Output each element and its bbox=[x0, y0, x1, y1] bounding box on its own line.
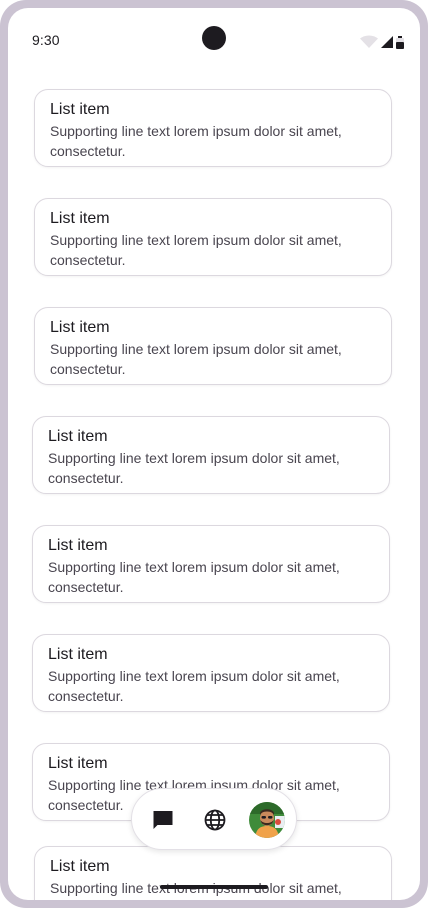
list-item-headline: List item bbox=[50, 858, 110, 875]
status-time: 9:30 bbox=[32, 32, 60, 48]
chat-icon bbox=[153, 811, 173, 829]
globe-button[interactable] bbox=[197, 802, 233, 838]
chat-button[interactable] bbox=[145, 802, 181, 838]
list-item-headline: List item bbox=[50, 210, 110, 227]
list-item-supporting-text: Supporting line text lorem ipsum dolor s… bbox=[48, 450, 340, 486]
battery-icon bbox=[396, 36, 404, 49]
list-item[interactable]: List item Supporting line text lorem ips… bbox=[34, 846, 392, 900]
list-item[interactable]: List item Supporting line text lorem ips… bbox=[34, 198, 392, 276]
list-item[interactable]: List item Supporting line text lorem ips… bbox=[34, 307, 392, 385]
list-item-headline: List item bbox=[50, 319, 110, 336]
list-item-supporting-text: Supporting line text lorem ipsum dolor s… bbox=[50, 123, 342, 159]
list-item[interactable]: List item Supporting line text lorem ips… bbox=[34, 89, 392, 167]
list-item-headline: List item bbox=[50, 101, 110, 118]
list-item-headline: List item bbox=[48, 537, 108, 554]
avatar-button[interactable] bbox=[249, 802, 285, 838]
gesture-handle[interactable] bbox=[160, 885, 268, 889]
list-item-supporting-text: Supporting line text lorem ipsum dolor s… bbox=[50, 232, 342, 268]
list-item-headline: List item bbox=[48, 755, 108, 772]
list-item[interactable]: List item Supporting line text lorem ips… bbox=[32, 634, 390, 712]
status-icons bbox=[360, 35, 404, 49]
globe-icon bbox=[204, 809, 226, 831]
avatar bbox=[249, 802, 285, 838]
wifi-icon bbox=[360, 35, 378, 48]
list-item-supporting-text: Supporting line text lorem ipsum dolor s… bbox=[50, 880, 342, 896]
list-item-headline: List item bbox=[48, 428, 108, 445]
list-item-supporting-text: Supporting line text lorem ipsum dolor s… bbox=[48, 668, 340, 704]
floating-toolbar bbox=[131, 788, 297, 850]
camera-cutout bbox=[202, 26, 226, 50]
list-item-headline: List item bbox=[48, 646, 108, 663]
cellular-signal-icon bbox=[381, 36, 393, 48]
list-item-supporting-text: Supporting line text lorem ipsum dolor s… bbox=[50, 341, 342, 377]
device-frame: 9:30 List item Supporting line text lore… bbox=[0, 0, 428, 908]
list-item[interactable]: List item Supporting line text lorem ips… bbox=[32, 416, 390, 494]
list-item[interactable]: List item Supporting line text lorem ips… bbox=[32, 525, 390, 603]
status-bar: 9:30 bbox=[8, 8, 420, 72]
screen: 9:30 List item Supporting line text lore… bbox=[8, 8, 420, 900]
list-item-supporting-text: Supporting line text lorem ipsum dolor s… bbox=[48, 559, 340, 595]
